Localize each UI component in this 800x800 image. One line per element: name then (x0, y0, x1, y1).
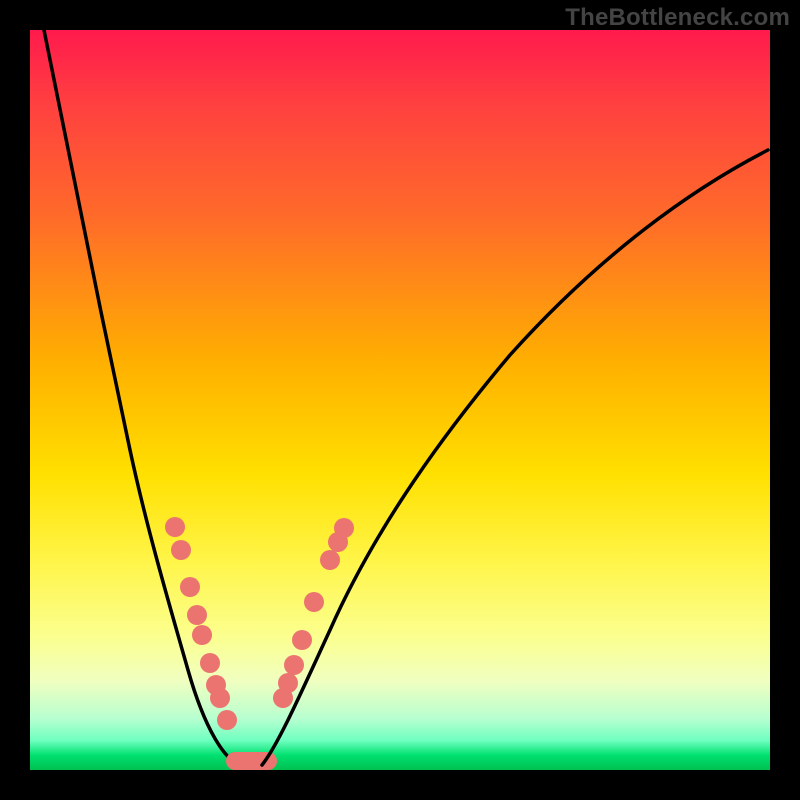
marker-dot (304, 592, 324, 612)
right-curve (262, 150, 768, 765)
marker-dot (187, 605, 207, 625)
marker-dot (284, 655, 304, 675)
marker-dot (278, 673, 298, 693)
marker-dot (192, 625, 212, 645)
curves-svg (30, 30, 770, 770)
marker-dot (292, 630, 312, 650)
marker-dot (210, 688, 230, 708)
plot-area (30, 30, 770, 770)
marker-dot (217, 710, 237, 730)
marker-dot (320, 550, 340, 570)
watermark-text: TheBottleneck.com (565, 4, 790, 32)
marker-dot (165, 517, 185, 537)
marker-dot (180, 577, 200, 597)
marker-dot (200, 653, 220, 673)
chart-canvas: TheBottleneck.com (0, 0, 800, 800)
marker-dot (171, 540, 191, 560)
marker-dot (334, 518, 354, 538)
